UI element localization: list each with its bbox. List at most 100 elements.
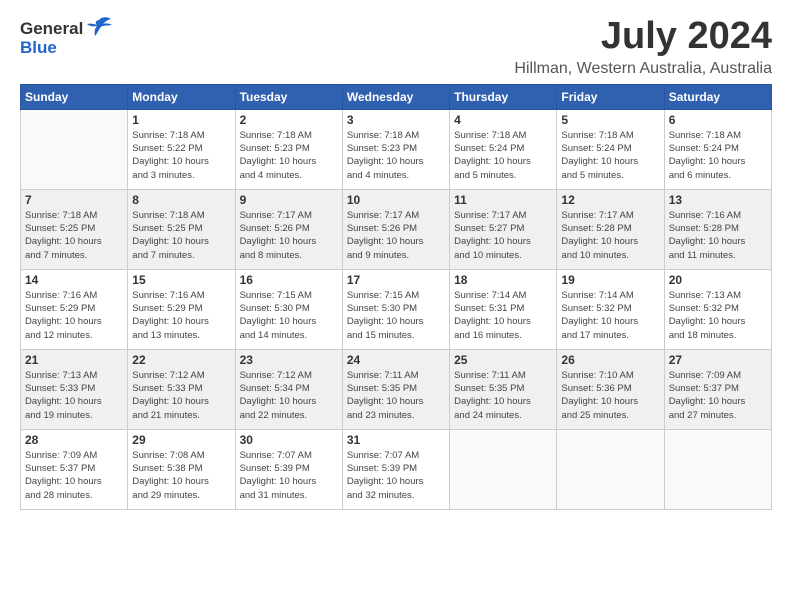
day-info: Sunrise: 7:17 AMSunset: 5:26 PMDaylight:… (347, 209, 445, 262)
table-row (664, 429, 771, 509)
logo: General Blue (20, 16, 113, 58)
subtitle: Hillman, Western Australia, Australia (514, 60, 772, 78)
main-title: July 2024 (514, 16, 772, 58)
table-row: 8 Sunrise: 7:18 AMSunset: 5:25 PMDaylight… (128, 189, 235, 269)
day-info: Sunrise: 7:18 AMSunset: 5:22 PMDaylight:… (132, 129, 230, 182)
table-row: 19 Sunrise: 7:14 AMSunset: 5:32 PMDayligh… (557, 269, 664, 349)
table-row: 9 Sunrise: 7:17 AMSunset: 5:26 PMDaylight… (235, 189, 342, 269)
day-number: 19 (561, 273, 659, 287)
table-row (450, 429, 557, 509)
day-info: Sunrise: 7:17 AMSunset: 5:27 PMDaylight:… (454, 209, 552, 262)
table-row: 23 Sunrise: 7:12 AMSunset: 5:34 PMDayligh… (235, 349, 342, 429)
header-wednesday: Wednesday (342, 84, 449, 109)
day-info: Sunrise: 7:13 AMSunset: 5:33 PMDaylight:… (25, 369, 123, 422)
calendar: Sunday Monday Tuesday Wednesday Thursday… (20, 84, 772, 510)
day-info: Sunrise: 7:14 AMSunset: 5:31 PMDaylight:… (454, 289, 552, 342)
table-row: 14 Sunrise: 7:16 AMSunset: 5:29 PMDayligh… (21, 269, 128, 349)
day-number: 16 (240, 273, 338, 287)
day-info: Sunrise: 7:08 AMSunset: 5:38 PMDaylight:… (132, 449, 230, 502)
table-row: 26 Sunrise: 7:10 AMSunset: 5:36 PMDayligh… (557, 349, 664, 429)
title-block: July 2024 Hillman, Western Australia, Au… (514, 16, 772, 78)
day-info: Sunrise: 7:07 AMSunset: 5:39 PMDaylight:… (240, 449, 338, 502)
table-row (21, 109, 128, 189)
table-row: 12 Sunrise: 7:17 AMSunset: 5:28 PMDayligh… (557, 189, 664, 269)
day-info: Sunrise: 7:16 AMSunset: 5:29 PMDaylight:… (132, 289, 230, 342)
day-info: Sunrise: 7:14 AMSunset: 5:32 PMDaylight:… (561, 289, 659, 342)
day-info: Sunrise: 7:17 AMSunset: 5:28 PMDaylight:… (561, 209, 659, 262)
day-number: 7 (25, 193, 123, 207)
day-number: 3 (347, 113, 445, 127)
day-info: Sunrise: 7:18 AMSunset: 5:25 PMDaylight:… (132, 209, 230, 262)
table-row: 30 Sunrise: 7:07 AMSunset: 5:39 PMDayligh… (235, 429, 342, 509)
table-row: 6Sunrise: 7:18 AMSunset: 5:24 PMDaylight… (664, 109, 771, 189)
table-row: 15 Sunrise: 7:16 AMSunset: 5:29 PMDayligh… (128, 269, 235, 349)
day-info: Sunrise: 7:09 AMSunset: 5:37 PMDaylight:… (669, 369, 767, 422)
table-row: 5 Sunrise: 7:18 AMSunset: 5:24 PMDaylight… (557, 109, 664, 189)
day-info: Sunrise: 7:18 AMSunset: 5:24 PMDaylight:… (669, 129, 767, 182)
logo-blue: Blue (20, 38, 57, 58)
day-info: Sunrise: 7:10 AMSunset: 5:36 PMDaylight:… (561, 369, 659, 422)
table-row: 20 Sunrise: 7:13 AMSunset: 5:32 PMDayligh… (664, 269, 771, 349)
day-number: 9 (240, 193, 338, 207)
table-row: 29 Sunrise: 7:08 AMSunset: 5:38 PMDayligh… (128, 429, 235, 509)
day-info: Sunrise: 7:07 AMSunset: 5:39 PMDaylight:… (347, 449, 445, 502)
day-info: Sunrise: 7:11 AMSunset: 5:35 PMDaylight:… (454, 369, 552, 422)
day-number: 4 (454, 113, 552, 127)
table-row: 11Sunrise: 7:17 AMSunset: 5:27 PMDayligh… (450, 189, 557, 269)
day-info: Sunrise: 7:12 AMSunset: 5:34 PMDaylight:… (240, 369, 338, 422)
header-thursday: Thursday (450, 84, 557, 109)
calendar-week-row: 14 Sunrise: 7:16 AMSunset: 5:29 PMDayligh… (21, 269, 772, 349)
header: General Blue July 2024 Hillman, Western … (20, 16, 772, 78)
day-number: 5 (561, 113, 659, 127)
day-info: Sunrise: 7:15 AMSunset: 5:30 PMDaylight:… (347, 289, 445, 342)
logo-general: General (20, 19, 83, 39)
day-number: 2 (240, 113, 338, 127)
day-info: Sunrise: 7:13 AMSunset: 5:32 PMDaylight:… (669, 289, 767, 342)
day-number: 15 (132, 273, 230, 287)
table-row: 17 Sunrise: 7:15 AMSunset: 5:30 PMDayligh… (342, 269, 449, 349)
day-number: 14 (25, 273, 123, 287)
day-info: Sunrise: 7:16 AMSunset: 5:29 PMDaylight:… (25, 289, 123, 342)
table-row: 7 Sunrise: 7:18 AMSunset: 5:25 PMDaylight… (21, 189, 128, 269)
table-row: 16 Sunrise: 7:15 AMSunset: 5:30 PMDayligh… (235, 269, 342, 349)
table-row (557, 429, 664, 509)
day-number: 23 (240, 353, 338, 367)
table-row: 21 Sunrise: 7:13 AMSunset: 5:33 PMDayligh… (21, 349, 128, 429)
table-row: 27Sunrise: 7:09 AMSunset: 5:37 PMDayligh… (664, 349, 771, 429)
day-info: Sunrise: 7:18 AMSunset: 5:24 PMDaylight:… (561, 129, 659, 182)
day-number: 28 (25, 433, 123, 447)
day-info: Sunrise: 7:09 AMSunset: 5:37 PMDaylight:… (25, 449, 123, 502)
day-info: Sunrise: 7:18 AMSunset: 5:23 PMDaylight:… (240, 129, 338, 182)
day-number: 21 (25, 353, 123, 367)
table-row: 28 Sunrise: 7:09 AMSunset: 5:37 PMDayligh… (21, 429, 128, 509)
table-row: 25Sunrise: 7:11 AMSunset: 5:35 PMDayligh… (450, 349, 557, 429)
day-number: 29 (132, 433, 230, 447)
day-number: 17 (347, 273, 445, 287)
header-monday: Monday (128, 84, 235, 109)
table-row: 4Sunrise: 7:18 AMSunset: 5:24 PMDaylight… (450, 109, 557, 189)
table-row: 3 Sunrise: 7:18 AMSunset: 5:23 PMDaylight… (342, 109, 449, 189)
calendar-week-row: 7 Sunrise: 7:18 AMSunset: 5:25 PMDaylight… (21, 189, 772, 269)
header-friday: Friday (557, 84, 664, 109)
table-row: 2 Sunrise: 7:18 AMSunset: 5:23 PMDaylight… (235, 109, 342, 189)
calendar-week-row: 1 Sunrise: 7:18 AMSunset: 5:22 PMDaylight… (21, 109, 772, 189)
day-number: 12 (561, 193, 659, 207)
day-number: 26 (561, 353, 659, 367)
day-info: Sunrise: 7:16 AMSunset: 5:28 PMDaylight:… (669, 209, 767, 262)
day-number: 31 (347, 433, 445, 447)
day-info: Sunrise: 7:18 AMSunset: 5:25 PMDaylight:… (25, 209, 123, 262)
day-number: 30 (240, 433, 338, 447)
day-number: 22 (132, 353, 230, 367)
day-info: Sunrise: 7:11 AMSunset: 5:35 PMDaylight:… (347, 369, 445, 422)
day-number: 20 (669, 273, 767, 287)
day-number: 18 (454, 273, 552, 287)
calendar-header-row: Sunday Monday Tuesday Wednesday Thursday… (21, 84, 772, 109)
header-tuesday: Tuesday (235, 84, 342, 109)
day-number: 8 (132, 193, 230, 207)
day-info: Sunrise: 7:15 AMSunset: 5:30 PMDaylight:… (240, 289, 338, 342)
logo-bird-icon (85, 16, 113, 42)
page: General Blue July 2024 Hillman, Western … (0, 0, 792, 612)
day-number: 1 (132, 113, 230, 127)
day-info: Sunrise: 7:17 AMSunset: 5:26 PMDaylight:… (240, 209, 338, 262)
day-info: Sunrise: 7:18 AMSunset: 5:23 PMDaylight:… (347, 129, 445, 182)
